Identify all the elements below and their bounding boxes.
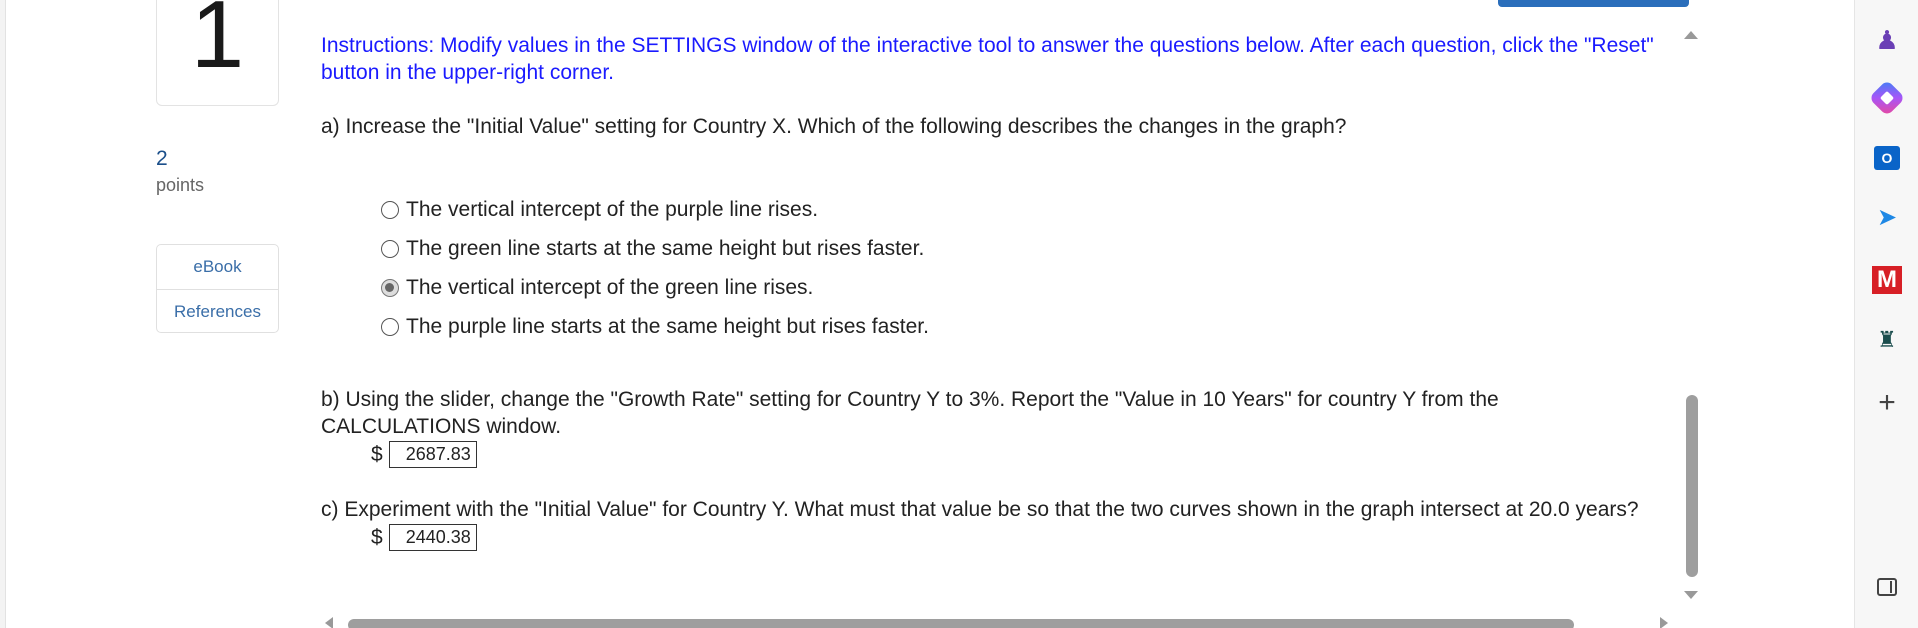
part-c-answer-field[interactable]: 2440.38 — [388, 524, 477, 551]
m-app-icon[interactable]: M — [1872, 265, 1902, 295]
part-a-prompt: a) Increase the "Initial Value" setting … — [321, 115, 1347, 138]
option-3[interactable]: The vertical intercept of the green line… — [381, 268, 929, 307]
page: 1 2 points eBook References Instructions… — [0, 0, 1918, 628]
part-c-prompt: c) Experiment with the "Initial Value" f… — [321, 498, 1639, 521]
scroll-down-arrow-icon[interactable] — [1684, 591, 1698, 599]
add-icon[interactable]: + — [1872, 386, 1902, 419]
scroll-left-arrow-icon[interactable] — [325, 617, 333, 628]
chess-icon[interactable]: ♟ — [1872, 25, 1902, 55]
top-action-button-edge[interactable] — [1498, 0, 1689, 7]
points-value: 2 — [156, 147, 168, 170]
option-2[interactable]: The green line starts at the same height… — [381, 229, 929, 268]
part-c-answer-row: $ 2440.38 — [371, 524, 1661, 551]
outlook-icon[interactable]: O — [1872, 143, 1902, 173]
scroll-right-arrow-icon[interactable] — [1660, 617, 1668, 628]
copilot-icon[interactable] — [1868, 79, 1906, 117]
radio-button[interactable] — [381, 239, 399, 258]
part-c: c) Experiment with the "Initial Value" f… — [321, 496, 1661, 551]
resources-card: eBook References — [156, 244, 279, 333]
references-link[interactable]: References — [157, 289, 278, 333]
horizontal-scrollbar-thumb[interactable] — [348, 619, 1574, 628]
radio-button[interactable] — [381, 317, 399, 336]
option-4[interactable]: The purple line starts at the same heigh… — [381, 307, 929, 346]
game-icon[interactable]: ♜ — [1872, 325, 1902, 355]
option-label: The vertical intercept of the purple lin… — [406, 197, 819, 221]
currency-symbol: $ — [371, 526, 383, 549]
ebook-link[interactable]: eBook — [157, 245, 278, 289]
option-label: The purple line starts at the same heigh… — [406, 314, 929, 338]
vertical-scrollbar-thumb[interactable] — [1686, 395, 1698, 577]
part-b-answer-row: $ 2687.83 — [371, 441, 1661, 468]
option-label: The green line starts at the same height… — [406, 236, 925, 260]
question-number-card: 1 — [156, 0, 279, 106]
points-label: points — [156, 175, 205, 195]
part-b-prompt: b) Using the slider, change the "Growth … — [321, 388, 1499, 438]
radio-button[interactable] — [381, 200, 399, 219]
currency-symbol: $ — [371, 443, 383, 466]
question-number: 1 — [190, 0, 245, 88]
option-label: The vertical intercept of the green line… — [406, 275, 814, 299]
part-a-options: The vertical intercept of the purple lin… — [381, 190, 929, 346]
radio-button-selected[interactable] — [381, 278, 399, 297]
part-b: b) Using the slider, change the "Growth … — [321, 386, 1661, 468]
option-1[interactable]: The vertical intercept of the purple lin… — [381, 190, 929, 229]
sidebar-toggle-icon[interactable] — [1872, 572, 1902, 602]
send-icon[interactable]: ➤ — [1872, 202, 1902, 232]
scroll-up-arrow-icon[interactable] — [1684, 31, 1698, 39]
instructions-text: Instructions: Modify values in the SETTI… — [321, 34, 1654, 84]
part-b-answer-field[interactable]: 2687.83 — [388, 441, 477, 468]
left-edge — [0, 0, 6, 628]
